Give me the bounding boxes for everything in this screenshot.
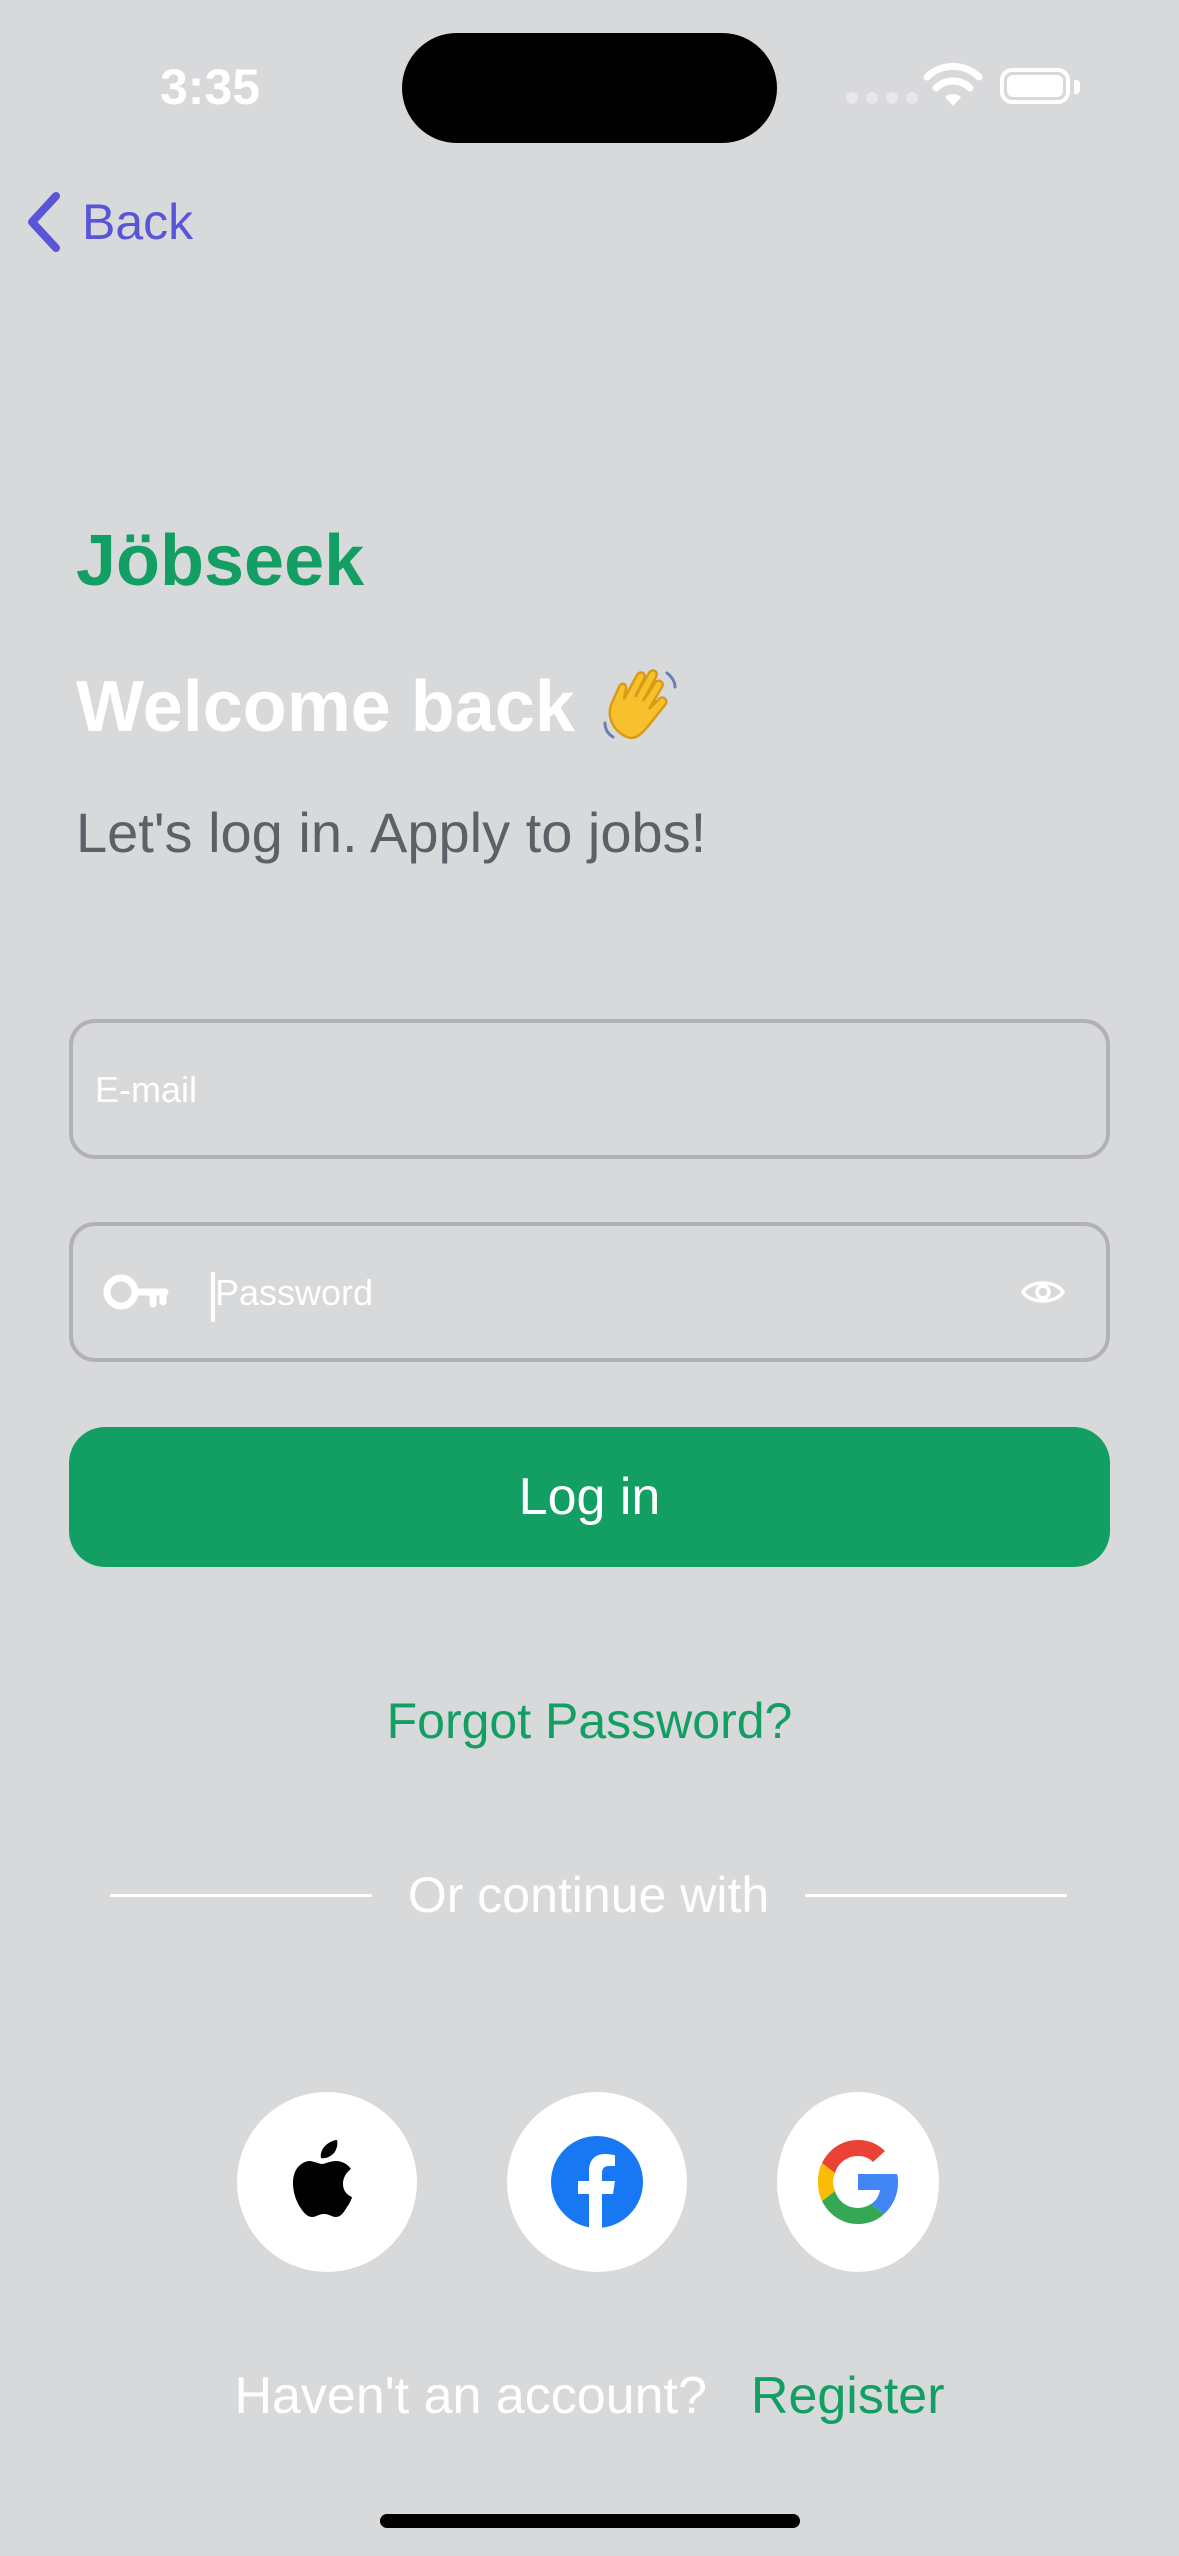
no-account-text: Haven't an account? — [234, 2367, 707, 2425]
password-field[interactable] — [213, 1226, 1057, 1360]
battery-tip — [1074, 80, 1080, 94]
apple-icon — [293, 2140, 352, 2217]
divider-line-left — [110, 1893, 372, 1897]
back-button[interactable]: Back — [24, 190, 193, 254]
eye-icon[interactable] — [1020, 1272, 1066, 1312]
subtitle: Let's log in. Apply to jobs! — [76, 801, 707, 864]
google-login-button[interactable] — [777, 2092, 939, 2272]
divider-line-right — [805, 1893, 1067, 1897]
cellular-signal-icon — [846, 92, 918, 104]
password-field-container — [69, 1222, 1110, 1362]
back-label: Back — [82, 194, 194, 250]
waving-hand-icon — [603, 669, 677, 740]
wifi-icon — [923, 62, 983, 106]
social-divider: Or continue with — [110, 1866, 1067, 1924]
email-field-container — [69, 1019, 1110, 1159]
facebook-icon — [551, 2136, 643, 2228]
email-field[interactable] — [93, 1023, 1077, 1157]
register-prompt: Haven't an account? Register — [0, 2366, 1179, 2426]
home-indicator — [380, 2514, 800, 2528]
welcome-text: Welcome back — [76, 667, 575, 747]
login-button[interactable]: Log in — [69, 1427, 1110, 1567]
divider-text: Or continue with — [407, 1867, 770, 1923]
forgot-password-link[interactable]: Forgot Password? — [0, 1692, 1179, 1750]
battery-icon — [1000, 68, 1070, 104]
brand-logo-text: Jöbseek — [76, 521, 365, 601]
facebook-login-button[interactable] — [507, 2092, 687, 2272]
chevron-left-icon — [28, 192, 60, 252]
status-time: 3:35 — [160, 59, 261, 115]
dynamic-island — [402, 33, 777, 143]
text-cursor — [211, 1272, 215, 1322]
welcome-heading: Welcome back — [76, 665, 681, 749]
key-icon — [103, 1274, 169, 1310]
register-link[interactable]: Register — [751, 2366, 945, 2426]
apple-login-button[interactable] — [237, 2092, 417, 2272]
google-icon — [818, 2140, 898, 2224]
